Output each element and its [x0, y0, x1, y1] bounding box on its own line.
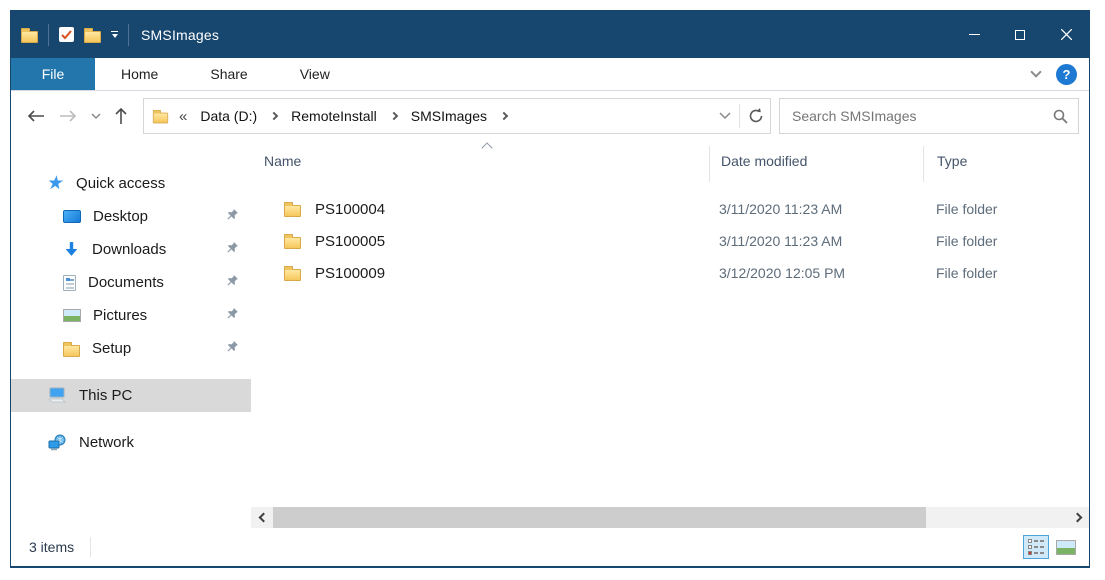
star-icon: ★	[46, 174, 66, 193]
breadcrumb-smsimages[interactable]: SMSImages	[408, 108, 490, 124]
divider	[739, 104, 740, 128]
file-row-ps100005[interactable]: PS100005 3/11/2020 11:23 AM File folder	[251, 225, 1089, 257]
sidebar-item-desktop[interactable]: Desktop	[11, 200, 251, 233]
sidebar-item-this-pc[interactable]: This PC	[11, 379, 251, 412]
close-button[interactable]	[1043, 11, 1089, 58]
breadcrumb-chevron-icon[interactable]	[500, 112, 508, 120]
pin-icon	[225, 307, 239, 321]
desktop-icon	[63, 210, 81, 223]
download-arrow-icon	[63, 241, 80, 258]
divider	[90, 537, 91, 557]
checkbox-icon[interactable]	[59, 27, 74, 42]
up-arrow-icon[interactable]	[115, 108, 127, 125]
thumbnail-view-icon	[1056, 540, 1076, 555]
window-title: SMSImages	[141, 27, 219, 43]
ribbon-tabs: File Home Share View ?	[11, 58, 1089, 91]
titlebar: SMSImages	[11, 11, 1089, 58]
breadcrumb-chevron-icon[interactable]	[270, 112, 278, 120]
sidebar-item-documents[interactable]: Documents	[11, 266, 251, 299]
pin-icon	[225, 274, 239, 288]
help-icon[interactable]: ?	[1056, 64, 1077, 85]
tab-file[interactable]: File	[11, 58, 95, 90]
pin-icon	[225, 340, 239, 354]
file-row-ps100009[interactable]: PS100009 3/12/2020 12:05 PM File folder	[251, 257, 1089, 289]
document-icon	[63, 275, 76, 291]
folder-icon	[284, 269, 301, 281]
window-controls	[951, 11, 1089, 58]
tab-share[interactable]: Share	[184, 58, 273, 90]
tab-view[interactable]: View	[274, 58, 356, 90]
breadcrumb-remoteinstall[interactable]: RemoteInstall	[288, 108, 380, 124]
back-arrow-icon[interactable]	[27, 110, 45, 122]
folder-icon	[284, 237, 301, 249]
column-divider[interactable]	[709, 146, 710, 182]
divider	[128, 24, 129, 46]
search-icon[interactable]	[1053, 109, 1068, 124]
sidebar-item-network[interactable]: Network	[11, 426, 251, 459]
scroll-left-arrow-icon[interactable]	[251, 507, 272, 528]
breadcrumb-data-d[interactable]: Data (D:)	[197, 108, 260, 124]
thumbnail-view-button[interactable]	[1053, 535, 1079, 559]
search-placeholder: Search SMSImages	[792, 108, 917, 124]
file-row-ps100004[interactable]: PS100004 3/11/2020 11:23 AM File folder	[251, 193, 1089, 225]
computer-icon	[47, 387, 67, 404]
column-headers: Name Date modified Type	[251, 141, 1089, 186]
new-folder-icon[interactable]	[84, 31, 101, 43]
forward-arrow-icon[interactable]	[59, 110, 77, 122]
details-view-button[interactable]	[1023, 535, 1049, 559]
address-dropdown-chevron-icon[interactable]	[719, 112, 731, 120]
quick-access-toolbar	[11, 24, 129, 46]
column-divider[interactable]	[923, 146, 924, 182]
scrollbar-track[interactable]	[272, 507, 1068, 528]
qat-dropdown-arrow-icon[interactable]	[111, 31, 118, 38]
folder-icon	[63, 345, 80, 357]
recent-locations-chevron-icon[interactable]	[91, 113, 101, 120]
collapse-ribbon-chevron-icon[interactable]	[1030, 66, 1041, 77]
tab-home[interactable]: Home	[95, 58, 184, 90]
navigation-toolbar: « Data (D:) RemoteInstall SMSImages Sear…	[11, 91, 1089, 141]
folder-icon	[284, 205, 301, 217]
status-bar: 3 items	[11, 528, 1089, 566]
address-bar[interactable]: « Data (D:) RemoteInstall SMSImages	[143, 98, 771, 134]
pin-icon	[225, 241, 239, 255]
navigation-pane: ★ Quick access Desktop Downloads Documen…	[11, 141, 251, 528]
breadcrumb-overflow[interactable]: «	[175, 108, 191, 125]
sidebar-item-pictures[interactable]: Pictures	[11, 299, 251, 332]
breadcrumb-chevron-icon[interactable]	[389, 112, 397, 120]
column-header-date-modified[interactable]: Date modified	[721, 153, 807, 169]
picture-icon	[63, 309, 81, 322]
details-view-icon	[1028, 539, 1044, 555]
location-folder-icon	[153, 113, 168, 124]
maximize-button[interactable]	[997, 11, 1043, 58]
sidebar-item-downloads[interactable]: Downloads	[11, 233, 251, 266]
sidebar-item-quick-access[interactable]: ★ Quick access	[11, 167, 251, 200]
search-input[interactable]: Search SMSImages	[779, 98, 1079, 134]
refresh-icon[interactable]	[748, 108, 764, 124]
divider	[48, 24, 49, 46]
horizontal-scrollbar[interactable]	[251, 507, 1089, 528]
minimize-button[interactable]	[951, 11, 997, 58]
file-list-pane: Name Date modified Type PS100004 3/11/20…	[251, 141, 1089, 528]
network-icon	[47, 434, 67, 451]
column-header-type[interactable]: Type	[937, 153, 967, 169]
sort-ascending-icon	[481, 142, 492, 153]
item-count: 3 items	[29, 539, 74, 555]
explorer-window: SMSImages File Home Share View ?	[10, 10, 1090, 568]
column-header-name[interactable]: Name	[264, 153, 301, 169]
scroll-right-arrow-icon[interactable]	[1068, 507, 1089, 528]
pin-icon	[225, 208, 239, 222]
scrollbar-thumb[interactable]	[273, 507, 926, 528]
sidebar-item-setup[interactable]: Setup	[11, 332, 251, 365]
window-folder-icon	[21, 31, 38, 43]
